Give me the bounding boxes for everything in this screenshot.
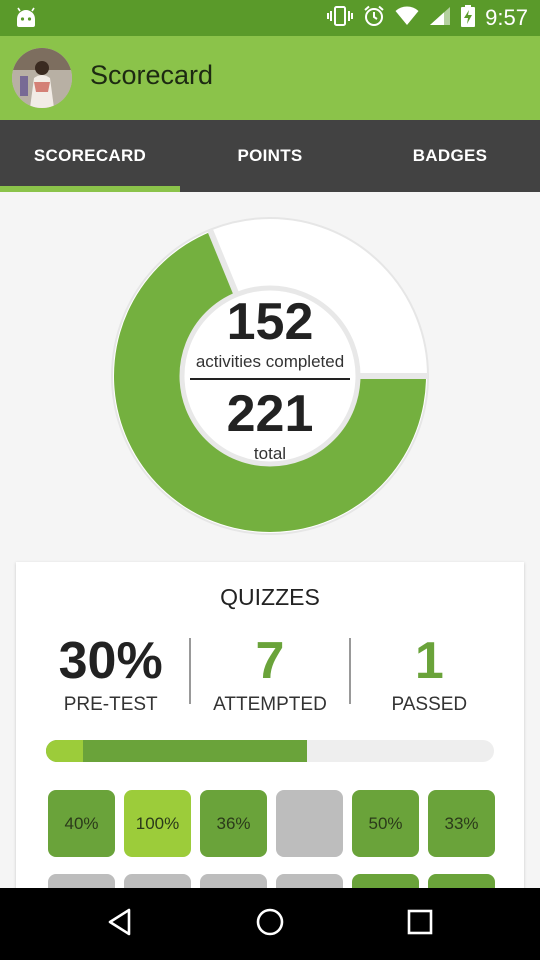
quiz-tile[interactable]	[352, 874, 419, 888]
activities-total-label: total	[253, 444, 287, 463]
quiz-tile[interactable]	[200, 874, 267, 888]
quiz-tile[interactable]: 36%	[200, 790, 267, 857]
quiz-progress-bar	[46, 740, 494, 762]
quiz-tile[interactable]	[276, 790, 343, 857]
activities-completed-label: activities completed	[195, 352, 345, 371]
progress-passed-segment	[46, 740, 84, 762]
donut-center: 152 activities completed 221 total	[110, 216, 430, 536]
navigation-bar	[0, 888, 540, 960]
quizzes-card: QUIZZES 30% PRE-TEST 7 ATTEMPTED 1 PASSE…	[16, 562, 524, 888]
profile-avatar[interactable]	[12, 48, 72, 108]
quiz-tile[interactable]	[48, 874, 115, 888]
wifi-icon	[395, 6, 419, 31]
activities-completed-count: 152	[226, 293, 314, 351]
home-icon	[255, 907, 285, 942]
passed-label: PASSED	[391, 694, 468, 715]
tab-scorecard[interactable]: SCORECARD	[0, 120, 180, 192]
back-button[interactable]	[98, 902, 142, 946]
home-button[interactable]	[248, 902, 292, 946]
vibrate-icon	[327, 5, 354, 32]
quiz-tile[interactable]: 33%	[428, 790, 495, 857]
page-title: Scorecard	[90, 60, 214, 90]
android-debug-icon	[14, 7, 38, 34]
tab-label: SCORECARD	[33, 146, 147, 165]
alarm-icon	[363, 5, 385, 32]
recents-button[interactable]	[398, 902, 442, 946]
app-bar: Scorecard	[0, 36, 540, 120]
attempted-value: 7	[255, 632, 285, 690]
recents-icon	[405, 907, 435, 942]
activity-donut-chart: 152 activities completed 221 total	[110, 216, 430, 536]
quiz-tile[interactable]: 50%	[352, 790, 419, 857]
quiz-tile[interactable]: 100%	[124, 790, 191, 857]
status-time: 9:57	[485, 5, 528, 30]
progress-attempted-segment	[46, 740, 308, 762]
quiz-tile[interactable]	[276, 874, 343, 888]
pretest-label: PRE-TEST	[63, 694, 158, 715]
quiz-tile[interactable]	[124, 874, 191, 888]
signal-icon	[429, 6, 451, 31]
quiz-stats: 30% PRE-TEST 7 ATTEMPTED 1 PASSED	[32, 632, 508, 715]
tab-points[interactable]: POINTS	[180, 120, 360, 192]
attempted-label: ATTEMPTED	[213, 694, 327, 715]
back-icon	[105, 907, 135, 942]
quiz-tile[interactable]	[428, 874, 495, 888]
tab-badges[interactable]: BADGES	[360, 120, 540, 192]
passed-value: 1	[414, 632, 444, 690]
status-bar: 9:57	[0, 0, 540, 36]
quiz-tile[interactable]: 40%	[48, 790, 115, 857]
passed-stat: 1 PASSED	[351, 632, 508, 715]
quizzes-title: QUIZZES	[220, 584, 320, 610]
donut-divider	[190, 378, 350, 380]
scorecard-content: 152 activities completed 221 total QUIZZ…	[0, 192, 540, 888]
tab-label: POINTS	[237, 146, 303, 165]
attempted-stat: 7 ATTEMPTED	[191, 632, 348, 715]
battery-charging-icon	[461, 4, 476, 32]
tab-bar: SCORECARD POINTS BADGES	[0, 120, 540, 192]
tab-label: BADGES	[412, 146, 488, 165]
pretest-value: 30%	[58, 632, 163, 690]
activities-total-count: 221	[226, 385, 314, 443]
pretest-stat: 30% PRE-TEST	[32, 632, 189, 715]
